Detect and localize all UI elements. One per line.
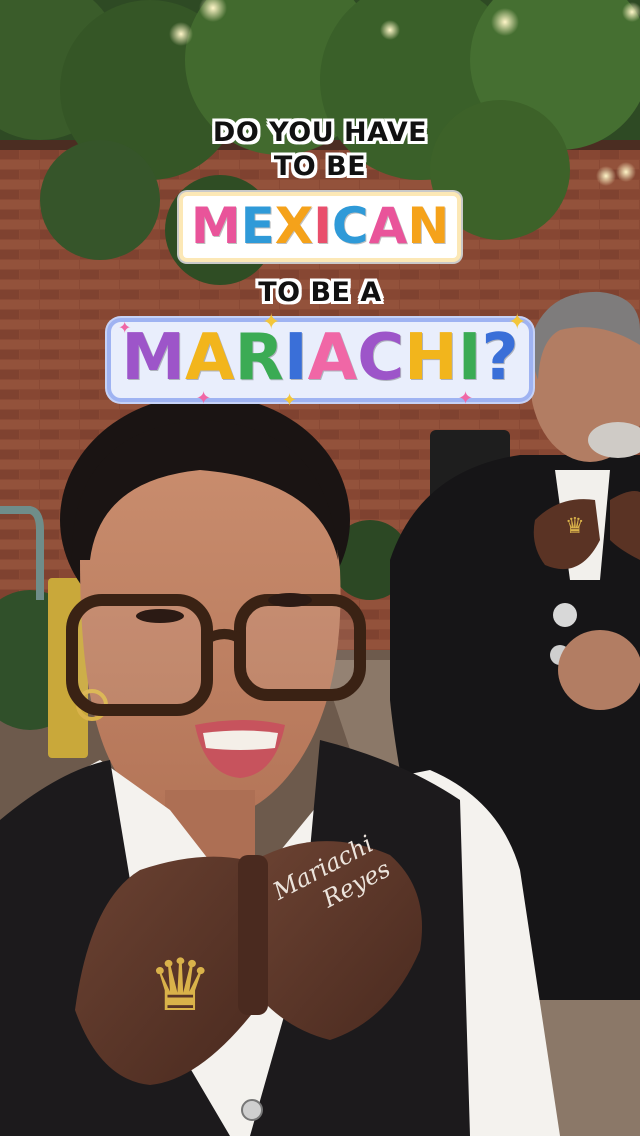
crown-icon: ♛ xyxy=(148,943,213,1027)
svg-text:♛: ♛ xyxy=(565,514,585,539)
scene-illustration: ♛ ♛ xyxy=(0,0,640,1136)
photo-scene: ♛ ♛ Mariachi Reyes xyxy=(0,0,640,1136)
